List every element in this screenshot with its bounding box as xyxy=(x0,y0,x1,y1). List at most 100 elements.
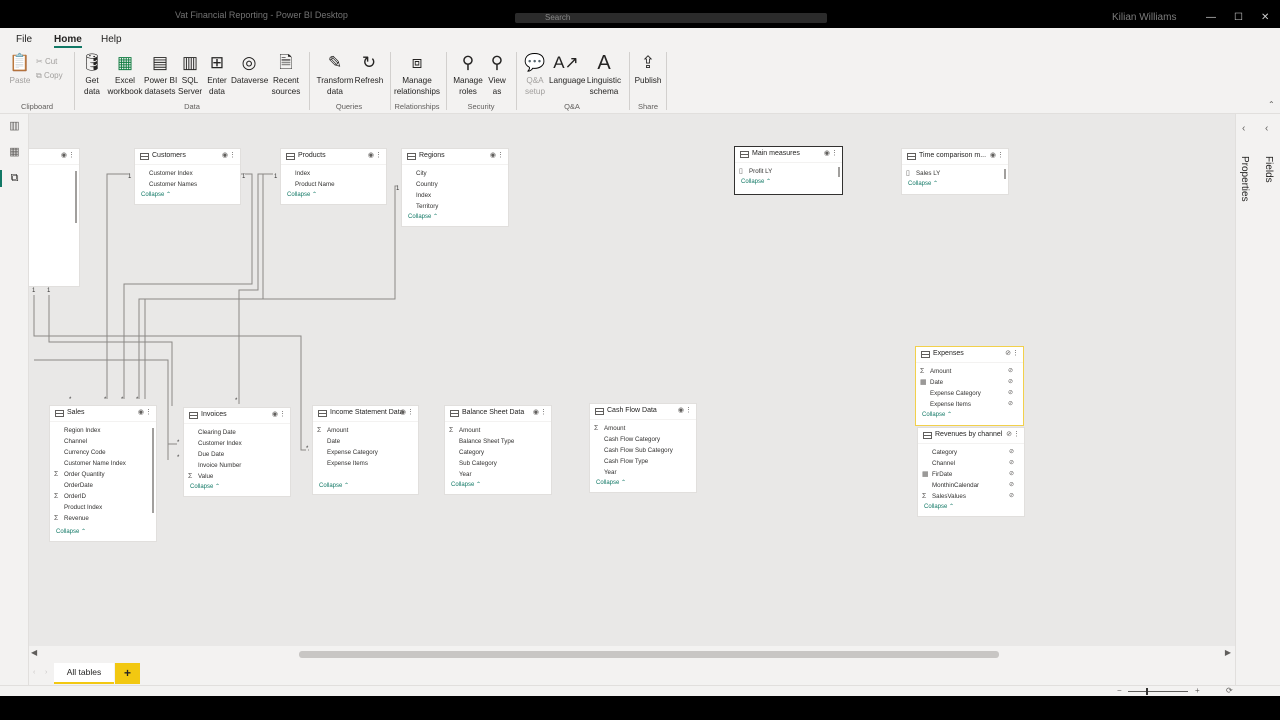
more-options-icon[interactable]: ⋮ xyxy=(145,408,152,416)
more-options-icon[interactable]: ⋮ xyxy=(229,151,236,159)
collapse-link[interactable]: Collapse ⌃ xyxy=(735,177,842,187)
field-row[interactable]: Invoice Number xyxy=(184,460,290,471)
field-row[interactable]: Expense Category xyxy=(313,447,418,458)
table-card-products[interactable]: Products ◉ ⋮ Index Product Name Collapse ⌃ xyxy=(280,148,387,205)
zoom-in-icon[interactable]: + xyxy=(1195,686,1200,695)
field-row[interactable]: Category ⊘ xyxy=(918,447,1024,458)
expand-properties-icon[interactable]: ‹ xyxy=(1242,123,1245,134)
language-button[interactable]: A↗ Language xyxy=(549,52,585,87)
collapse-link[interactable]: Collapse ⌃ xyxy=(313,481,418,491)
more-options-icon[interactable]: ⋮ xyxy=(997,151,1004,159)
field-row[interactable]: OrderDate xyxy=(50,480,156,491)
collapse-ribbon-icon[interactable]: ⌃ xyxy=(1268,100,1275,109)
tab-next-icon[interactable]: › xyxy=(45,669,47,676)
collapse-link[interactable]: Collapse ⌃ xyxy=(50,527,156,537)
transform-data-button[interactable]: ✎ Transform data xyxy=(316,52,354,97)
hidden-icon[interactable]: ⊘ xyxy=(1008,366,1013,377)
get-data-button[interactable]: 🛢 Get data xyxy=(80,52,104,97)
field-row[interactable]: Territory xyxy=(402,201,508,212)
field-row[interactable]: Σ OrderID xyxy=(50,491,156,502)
view-as-button[interactable]: ⚲ View as xyxy=(486,52,508,97)
manage-roles-button[interactable]: ⚲ Manage roles xyxy=(452,52,484,97)
menu-home[interactable]: Home xyxy=(54,34,82,48)
hidden-icon[interactable]: ⊘ xyxy=(1008,388,1013,399)
visibility-icon[interactable]: ◉ xyxy=(272,410,278,418)
field-row[interactable]: Σ Value xyxy=(184,471,290,482)
card-scrollbar[interactable] xyxy=(75,171,77,223)
zoom-slider[interactable] xyxy=(1128,691,1188,692)
field-row[interactable]: Cash Flow Sub Category xyxy=(590,445,696,456)
table-card-income-statement[interactable]: Income Statement Data ◉ ⋮ Σ Amount Date Exp… xyxy=(312,405,419,495)
more-options-icon[interactable]: ⋮ xyxy=(685,406,692,414)
field-row[interactable]: Customer Index xyxy=(135,168,240,179)
more-options-icon[interactable]: ⋮ xyxy=(1012,349,1019,357)
field-row[interactable]: ▯ Profit LY xyxy=(735,166,842,177)
hidden-icon[interactable]: ⊘ xyxy=(1009,458,1014,469)
field-row[interactable]: MonthinCalendar ⊘ xyxy=(918,480,1024,491)
cut-button[interactable]: ✂ Cut xyxy=(36,57,57,66)
table-card-main-measures[interactable]: Main measures ◉ ⋮ ▯ Profit LY Collapse ⌃ xyxy=(734,146,843,195)
visibility-icon[interactable]: ◉ xyxy=(824,149,830,157)
table-card-sales[interactable]: Sales ◉ ⋮ Region Index Channel Currency Co… xyxy=(49,405,157,542)
field-row[interactable]: Σ Revenue xyxy=(50,513,156,524)
field-row[interactable]: Index xyxy=(402,190,508,201)
field-row[interactable]: Expense Items ⊘ xyxy=(916,399,1023,410)
hidden-icon[interactable]: ⊘ xyxy=(1009,491,1014,502)
minimize-icon[interactable]: — xyxy=(1206,12,1216,23)
linguistic-schema-button[interactable]: A Linguistic schema xyxy=(585,52,623,97)
field-row[interactable]: Expense Category ⊘ xyxy=(916,388,1023,399)
visibility-icon[interactable]: ◉ xyxy=(138,408,144,416)
field-row[interactable]: Due Date xyxy=(184,449,290,460)
card-scrollbar[interactable] xyxy=(1004,169,1006,179)
zoom-slider-thumb[interactable] xyxy=(1146,688,1148,695)
scroll-left-icon[interactable]: ◀ xyxy=(31,648,37,657)
publish-button[interactable]: ⇪ Publish xyxy=(634,52,662,87)
excel-workbook-button[interactable]: ▦ Excel workbook xyxy=(106,52,144,97)
field-row[interactable]: Channel ⊘ xyxy=(918,458,1024,469)
field-row[interactable]: Country xyxy=(402,179,508,190)
scroll-right-icon[interactable]: ▶ xyxy=(1225,648,1231,657)
visibility-icon[interactable]: ◉ xyxy=(990,151,996,159)
paste-button[interactable]: 📋 Paste xyxy=(8,52,32,87)
table-card-customers[interactable]: Customers ◉ ⋮ Customer Index Customer Name… xyxy=(134,148,241,205)
field-row[interactable]: Σ Amount ⊘ xyxy=(916,366,1023,377)
field-row[interactable]: Customer Name Index xyxy=(50,458,156,469)
field-row[interactable]: ▯ Sales LY xyxy=(902,168,1008,179)
card-scrollbar[interactable] xyxy=(152,428,154,513)
field-row[interactable]: Σ Amount xyxy=(590,423,696,434)
more-options-icon[interactable]: ⋮ xyxy=(497,151,504,159)
collapse-link[interactable]: Collapse ⌃ xyxy=(918,502,1024,512)
fields-pane-tab[interactable]: Fields xyxy=(1263,156,1274,183)
field-row[interactable]: Index xyxy=(281,168,386,179)
field-row[interactable]: ▦ FirDate ⊘ xyxy=(918,469,1024,480)
collapse-link[interactable]: Collapse ⌃ xyxy=(902,179,1008,189)
more-options-icon[interactable]: ⋮ xyxy=(279,410,286,418)
field-row[interactable]: Date xyxy=(313,436,418,447)
properties-pane-tab[interactable]: Properties xyxy=(1239,156,1250,202)
more-options-icon[interactable]: ⋮ xyxy=(540,408,547,416)
field-row[interactable]: Channel xyxy=(50,436,156,447)
report-view-icon[interactable]: ▥ xyxy=(7,119,22,134)
more-options-icon[interactable]: ⋮ xyxy=(68,151,75,159)
field-row[interactable]: ▦ Date ⊘ xyxy=(916,377,1023,388)
table-card-balance-sheet[interactable]: Balance Sheet Data ◉ ⋮ Σ Amount Balance She… xyxy=(444,405,552,495)
field-row[interactable]: Year xyxy=(590,467,696,478)
dataverse-button[interactable]: ◎ Dataverse xyxy=(231,52,268,87)
refresh-button[interactable]: ↻ Refresh xyxy=(354,52,384,87)
field-row[interactable]: Σ Order Quantity xyxy=(50,469,156,480)
model-view-icon[interactable]: ⧉ xyxy=(0,170,22,187)
fit-to-page-icon[interactable]: ⟳ xyxy=(1226,686,1233,695)
expand-fields-icon[interactable]: ‹ xyxy=(1265,123,1268,134)
manage-relationships-button[interactable]: ⧈ Manage relationships xyxy=(394,52,440,97)
field-row[interactable]: Sub Category xyxy=(445,458,551,469)
field-row[interactable]: City xyxy=(402,168,508,179)
collapse-link[interactable]: Collapse ⌃ xyxy=(590,478,696,488)
table-card-invoices[interactable]: Invoices ◉ ⋮ Clearing Date Customer Index … xyxy=(183,407,291,497)
table-card-partial[interactable]: ◉ ⋮ xyxy=(29,148,80,287)
power-bi-datasets-button[interactable]: ▤ Power BI datasets xyxy=(144,52,177,97)
collapse-link[interactable]: Collapse ⌃ xyxy=(184,482,290,492)
field-row[interactable]: Σ Amount xyxy=(445,425,551,436)
field-row[interactable]: Expense Items xyxy=(313,458,418,469)
hidden-icon[interactable]: ⊘ xyxy=(1009,447,1014,458)
field-row[interactable]: Clearing Date xyxy=(184,427,290,438)
